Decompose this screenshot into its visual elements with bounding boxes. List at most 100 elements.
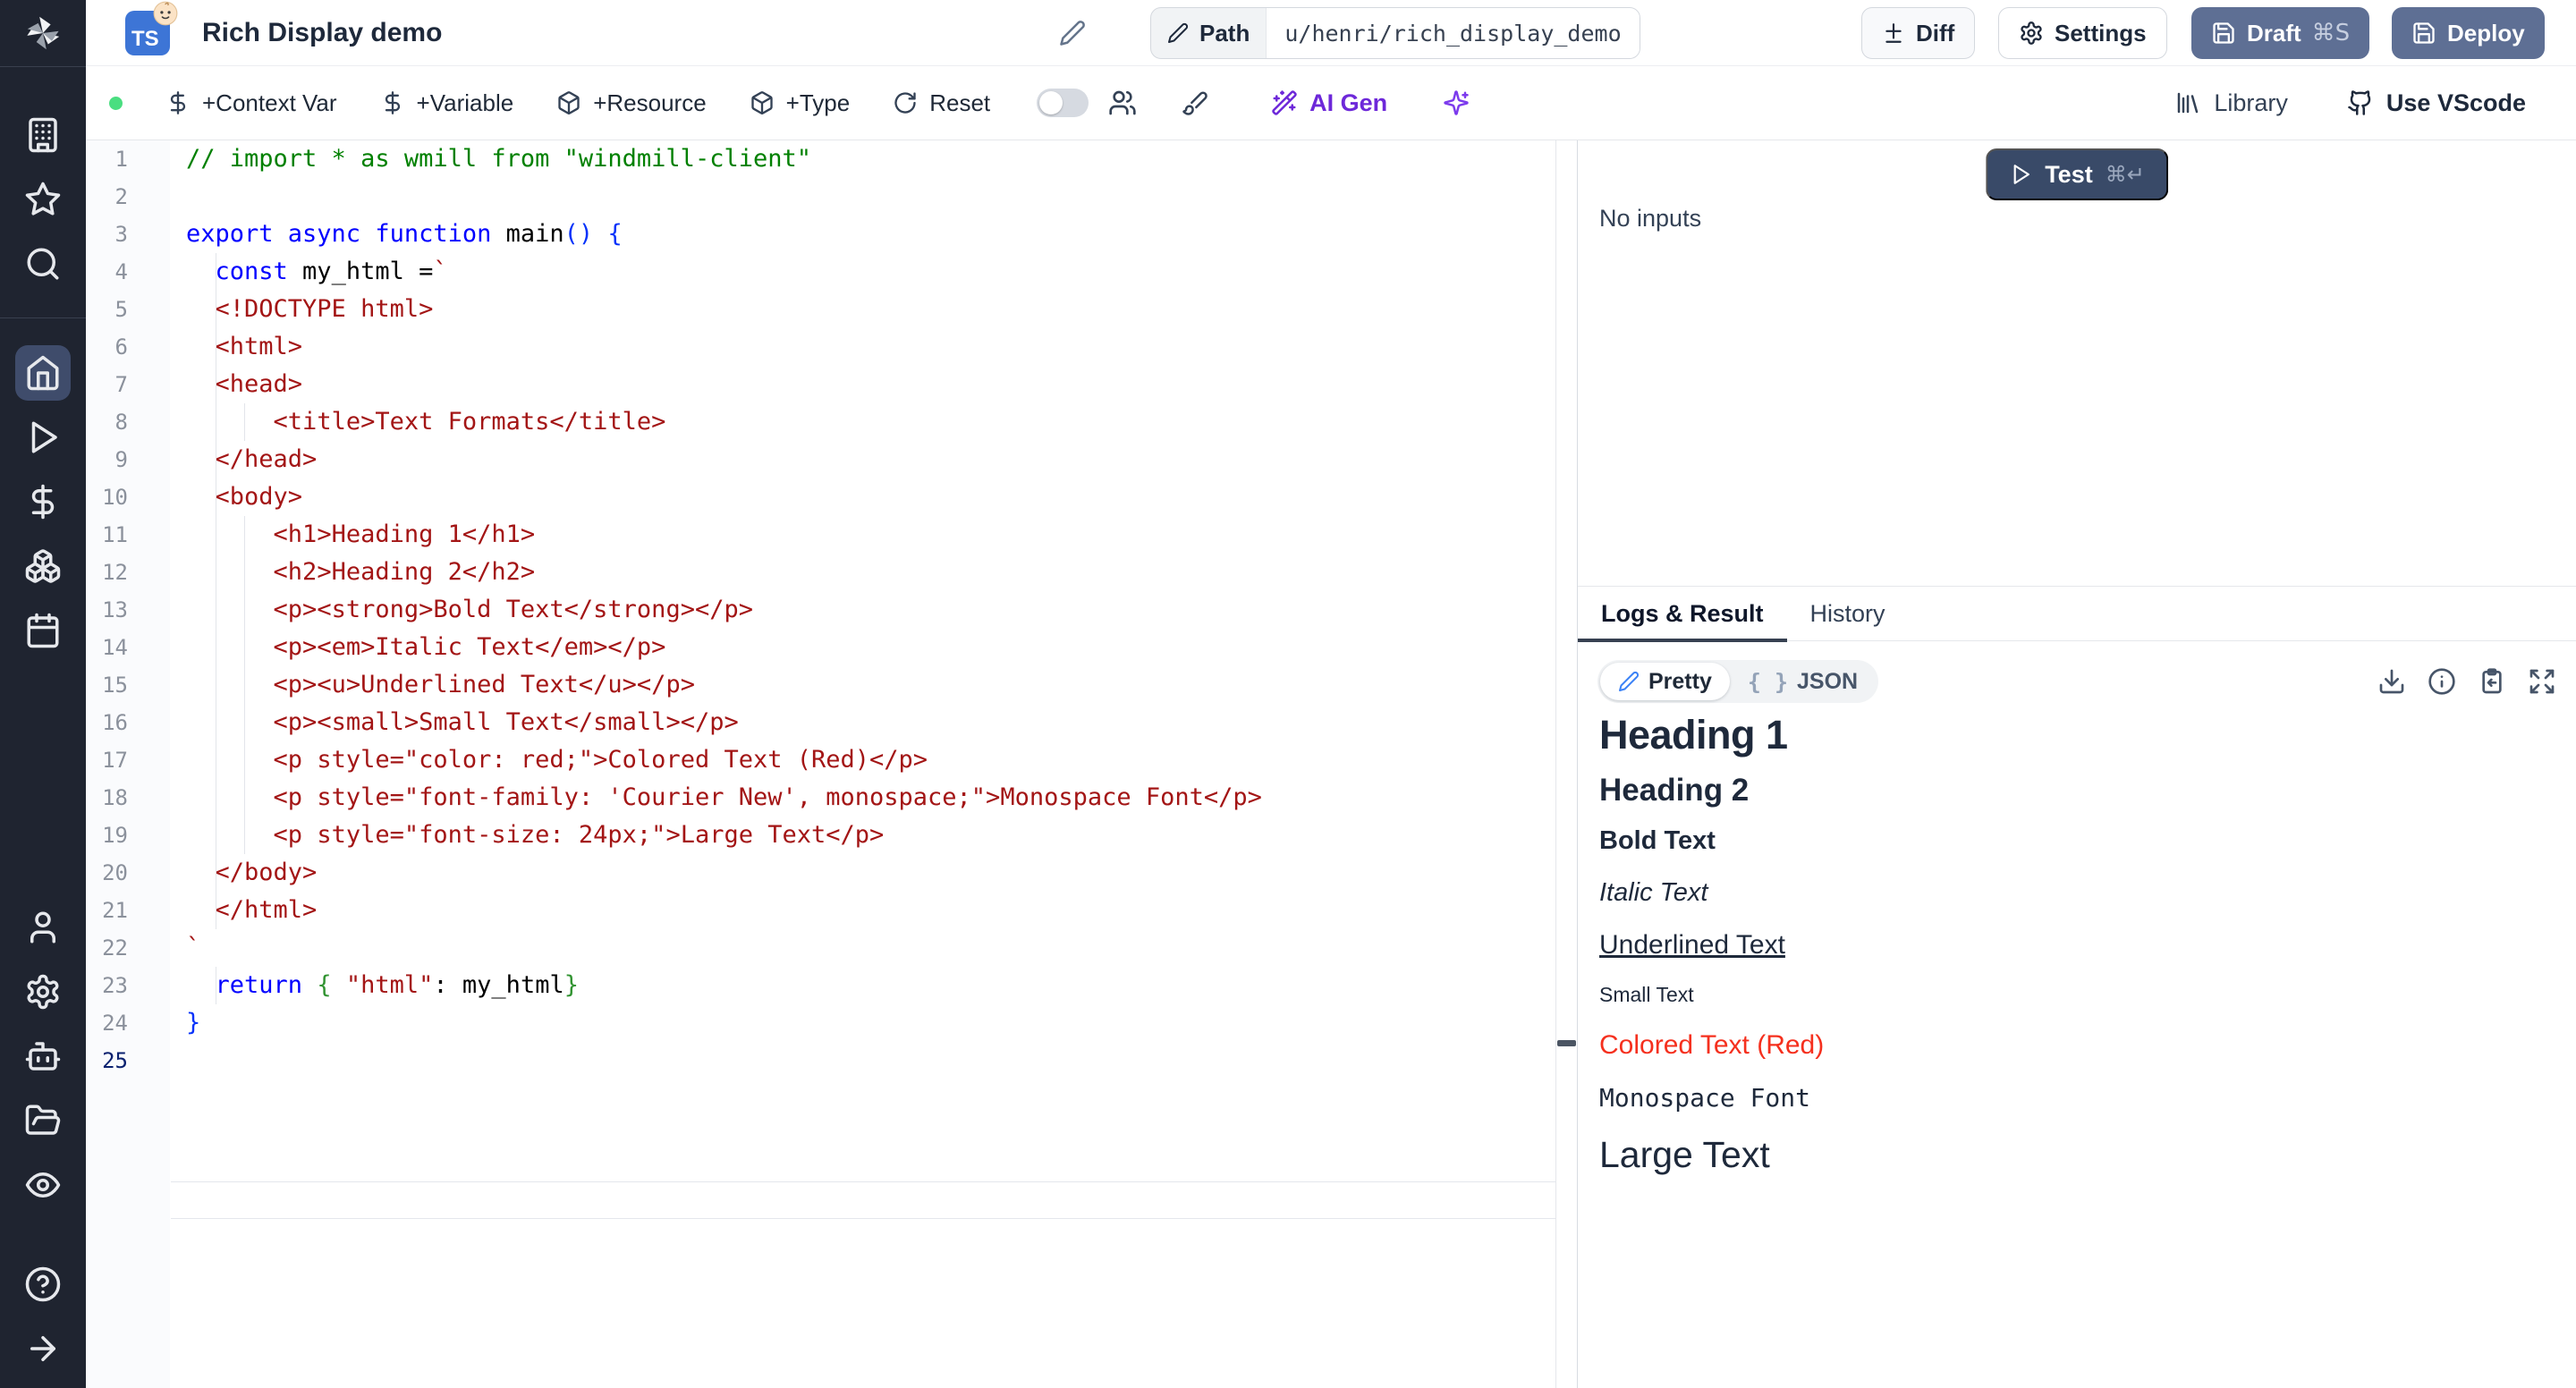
- format-brush-icon[interactable]: [1182, 89, 1208, 116]
- users-icon[interactable]: [1108, 89, 1137, 117]
- test-label: Test: [2045, 161, 2093, 189]
- code-line-18: 18 <p style="font-family: 'Courier New',…: [86, 779, 1555, 817]
- sidebar-item-runs[interactable]: [15, 410, 71, 465]
- expand-icon[interactable]: [2528, 667, 2556, 696]
- line-number: 20: [86, 854, 170, 892]
- line-number: 8: [86, 403, 170, 441]
- logs-result-zone: Logs & ResultHistory Pretty { } JSON Hea…: [1578, 586, 2576, 1388]
- library-button[interactable]: Library: [2174, 89, 2288, 117]
- sidebar-item-resources[interactable]: [15, 538, 71, 594]
- tab-logs-result[interactable]: Logs & Result: [1578, 587, 1787, 640]
- draft-button[interactable]: Draft ⌘S: [2191, 7, 2369, 59]
- test-button[interactable]: Test ⌘↵: [1986, 148, 2168, 200]
- sidebar-item-favorites[interactable]: [15, 172, 71, 227]
- sidebar-item-workers[interactable]: [15, 1028, 71, 1084]
- sidebar-item-audit-logs[interactable]: [15, 1157, 71, 1213]
- sidebar-item-folders[interactable]: [15, 1093, 71, 1148]
- download-icon[interactable]: [2377, 667, 2406, 696]
- line-number: 1: [86, 140, 170, 178]
- sidebar-divider: [0, 317, 86, 318]
- toolbar-item-variable[interactable]: +Variable: [380, 89, 514, 117]
- boxes-icon: [24, 547, 62, 585]
- code-line-content: <h1>Heading 1</h1>: [170, 516, 1555, 554]
- code-line-content: </html>: [170, 892, 1555, 929]
- gear-icon: [24, 973, 62, 1011]
- use-vscode-button[interactable]: Use VScode: [2347, 89, 2526, 117]
- library-icon: [2174, 89, 2201, 116]
- line-number: 12: [86, 554, 170, 591]
- result-h2-text: Heading 2: [1599, 773, 2576, 808]
- toolbar-item-label: +Resource: [593, 89, 706, 117]
- code-line-content: <p style="font-size: 24px;">Large Text</…: [170, 817, 1555, 854]
- diff-icon: [1882, 21, 1905, 45]
- path-button[interactable]: Path u/henri/rich_display_demo: [1150, 7, 1640, 59]
- edit-title-icon[interactable]: [1059, 20, 1086, 47]
- dollar-icon: [24, 483, 62, 520]
- json-tab[interactable]: { } JSON: [1730, 663, 1876, 700]
- settings-button[interactable]: Settings: [1998, 7, 2167, 59]
- line-number: 14: [86, 629, 170, 666]
- copy-clipboard-icon[interactable]: [2478, 667, 2506, 696]
- test-shortcut: ⌘↵: [2106, 162, 2145, 187]
- sidebar-item-users[interactable]: [15, 900, 71, 955]
- sidebar-item-home[interactable]: [15, 345, 71, 401]
- code-line-9: 9 </head>: [86, 441, 1555, 478]
- github-icon: [2347, 89, 2374, 116]
- code-line-2: 2: [86, 178, 1555, 216]
- deploy-button[interactable]: Deploy: [2392, 7, 2545, 59]
- toolbar-item-resource[interactable]: +Resource: [556, 89, 706, 117]
- tab-history[interactable]: History: [1787, 587, 1909, 640]
- code-line-content: <title>Text Formats</title>: [170, 403, 1555, 441]
- line-number: 22: [86, 929, 170, 967]
- info-icon[interactable]: [2428, 667, 2456, 696]
- sidebar-item-help[interactable]: [15, 1257, 71, 1312]
- line-number: 9: [86, 441, 170, 478]
- dollar-icon: [380, 90, 405, 115]
- pretty-label: Pretty: [1648, 669, 1712, 695]
- toolbar-item-type[interactable]: +Type: [750, 89, 851, 117]
- result-bold-text: Bold Text: [1599, 826, 2576, 856]
- line-number: 17: [86, 741, 170, 779]
- sidebar-item-schedules[interactable]: [15, 603, 71, 658]
- code-line-content: }: [170, 1004, 1555, 1042]
- page-title: Rich Display demo: [202, 18, 442, 48]
- multiplayer-toggle[interactable]: [1037, 89, 1089, 117]
- code-line-content: </body>: [170, 854, 1555, 892]
- code-line-4: 4 const my_html =`: [86, 253, 1555, 291]
- code-editor[interactable]: 1// import * as wmill from "windmill-cli…: [86, 140, 1556, 1388]
- calendar-icon: [24, 612, 62, 649]
- line-number: 25: [86, 1042, 170, 1079]
- line-number: 24: [86, 1004, 170, 1042]
- cursor-overview-marker: [1557, 1040, 1576, 1046]
- bot-icon: [24, 1037, 62, 1075]
- sparkles-icon[interactable]: [1443, 89, 1470, 116]
- sidebar-item-variables[interactable]: [15, 474, 71, 529]
- pretty-tab[interactable]: Pretty: [1600, 663, 1730, 700]
- result-underline-text: Underlined Text: [1599, 930, 2576, 961]
- sidebar-bottom-group: [15, 895, 71, 1217]
- toolbar-item-label: +Context Var: [202, 89, 337, 117]
- code-line-content: `: [170, 929, 1555, 967]
- package-icon: [556, 90, 581, 115]
- code-line-8: 8 <title>Text Formats</title>: [86, 403, 1555, 441]
- code-line-content: <body>: [170, 478, 1555, 516]
- windmill-logo-icon[interactable]: [0, 0, 86, 66]
- panel-splitter[interactable]: [1557, 140, 1577, 1388]
- code-line-content: <p style="font-family: 'Courier New', mo…: [170, 779, 1555, 817]
- use-vscode-label: Use VScode: [2386, 89, 2526, 117]
- star-icon: [24, 181, 62, 218]
- code-line-14: 14 <p><em>Italic Text</em></p>: [86, 629, 1555, 666]
- building-icon: [24, 116, 62, 154]
- sidebar-item-workspace[interactable]: [15, 107, 71, 163]
- code-line-content: <p><small>Small Text</small></p>: [170, 704, 1555, 741]
- code-line-16: 16 <p><small>Small Text</small></p>: [86, 704, 1555, 741]
- diff-button[interactable]: Diff: [1861, 7, 1975, 59]
- toolbar-item-contextvar[interactable]: +Context Var: [165, 89, 337, 117]
- sidebar-item-collapse[interactable]: [15, 1321, 71, 1376]
- toolbar-item-reset[interactable]: Reset: [893, 89, 990, 117]
- sidebar-item-search[interactable]: [15, 236, 71, 292]
- path-label-segment: Path: [1151, 8, 1266, 58]
- sidebar-item-settings[interactable]: [15, 964, 71, 1020]
- home-icon: [24, 354, 62, 392]
- ai-gen-button[interactable]: AI Gen: [1271, 89, 1387, 117]
